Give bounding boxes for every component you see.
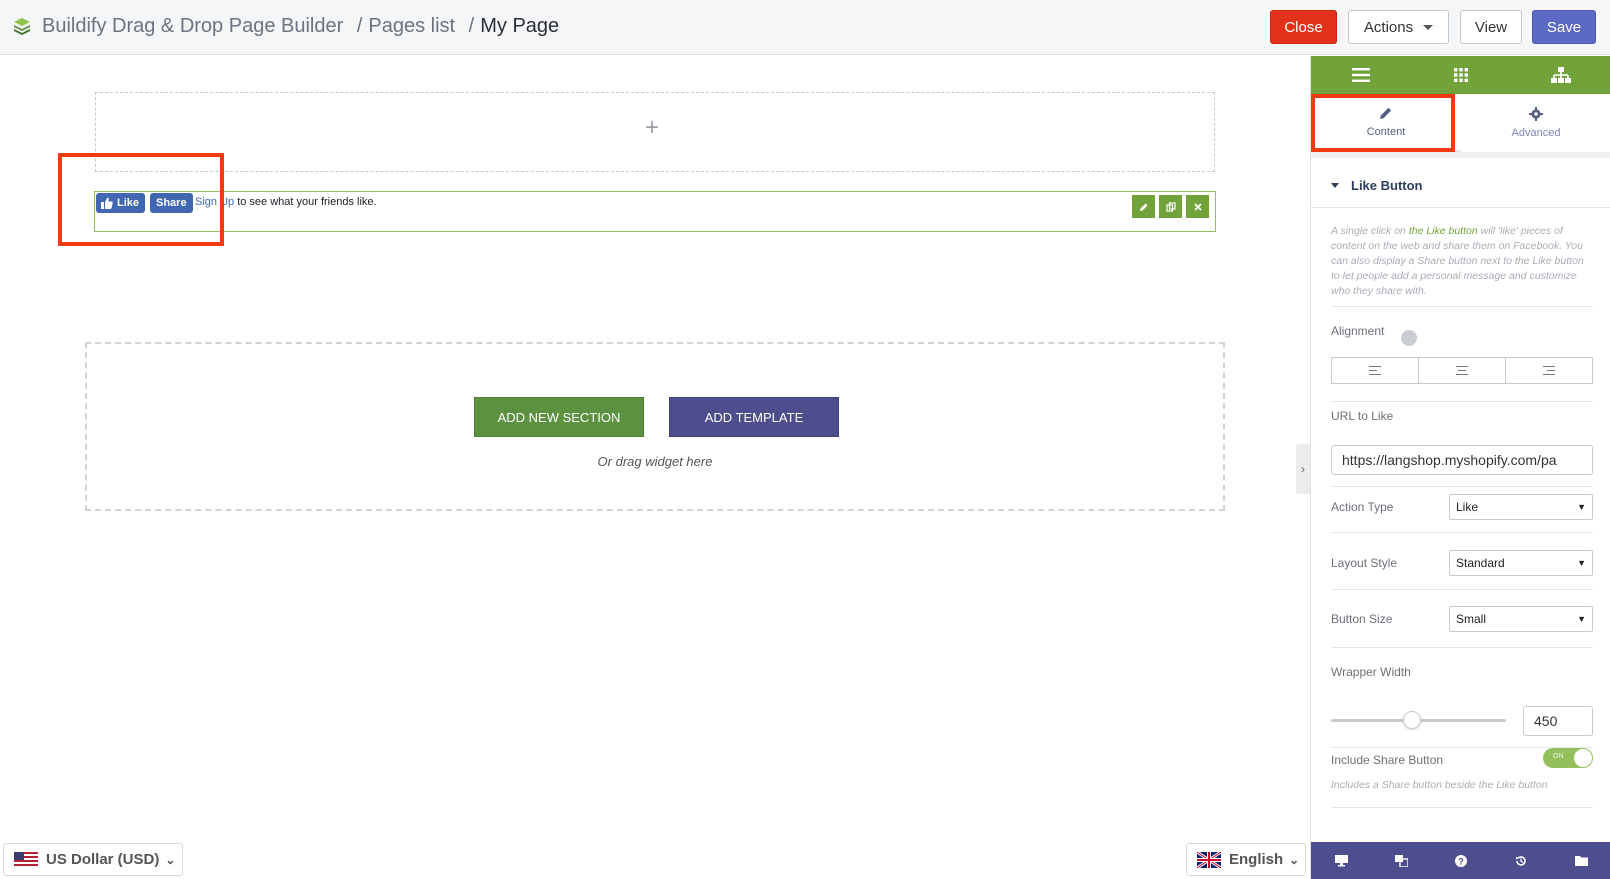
wrapper-width-slider-handle[interactable] xyxy=(1403,711,1421,729)
currency-label: US Dollar (USD) xyxy=(46,851,160,868)
language-selector[interactable]: English ⌄ xyxy=(1186,843,1306,876)
divider xyxy=(1331,486,1593,487)
widget-toolbar xyxy=(1132,195,1209,218)
breadcrumb: Buildify Drag & Drop Page Builder / Pages… xyxy=(42,15,559,38)
align-center-icon xyxy=(1456,366,1468,375)
action-type-value: Like xyxy=(1456,500,1479,514)
settings-panel: Content Advanced Like Button A single cl… xyxy=(1310,56,1610,879)
folder-icon[interactable] xyxy=(1551,842,1610,879)
button-size-label: Button Size xyxy=(1331,612,1393,626)
align-left-icon xyxy=(1369,366,1381,375)
duplicate-widget-icon[interactable] xyxy=(1159,195,1182,218)
include-share-hint: Includes a Share button beside the Like … xyxy=(1331,779,1548,791)
toggle-knob xyxy=(1574,749,1592,767)
language-label: English xyxy=(1229,851,1284,868)
add-section-plus-icon[interactable]: + xyxy=(645,116,659,140)
page-canvas: + Like Share Sign Up to see what your fr… xyxy=(0,56,1310,879)
url-to-like-input[interactable] xyxy=(1331,445,1593,475)
toggle-on-text: ON xyxy=(1553,753,1564,760)
menu-icon[interactable] xyxy=(1311,56,1411,94)
breadcrumb-separator: / xyxy=(356,15,363,37)
empty-section-dropzone[interactable]: + xyxy=(95,92,1215,172)
action-type-label: Action Type xyxy=(1331,500,1394,514)
action-type-select[interactable]: Like ▼ xyxy=(1449,494,1593,520)
tab-advanced-label: Advanced xyxy=(1511,127,1561,139)
view-button[interactable]: View xyxy=(1460,10,1522,44)
save-button[interactable]: Save xyxy=(1532,10,1596,44)
include-share-toggle[interactable]: ON xyxy=(1543,748,1593,768)
desktop-preview-icon[interactable] xyxy=(1311,842,1371,879)
url-to-like-label: URL to Like xyxy=(1331,409,1394,423)
breadcrumb-current-page: My Page xyxy=(480,15,560,37)
history-icon[interactable] xyxy=(1491,842,1551,879)
breadcrumb-pages-list[interactable]: Pages list xyxy=(368,15,455,37)
highlight-box-widget xyxy=(58,153,224,246)
responsive-device-icon[interactable] xyxy=(1401,330,1417,346)
fb-social-sentence: to see what your friends like. xyxy=(234,196,377,208)
help-icon[interactable]: ? xyxy=(1431,842,1491,879)
divider xyxy=(1331,532,1593,533)
uk-flag-icon xyxy=(1197,851,1221,868)
button-size-select[interactable]: Small ▼ xyxy=(1449,606,1593,632)
currency-selector[interactable]: US Dollar (USD) ⌄ xyxy=(3,843,183,876)
actions-label: Actions xyxy=(1363,18,1414,36)
top-bar: Buildify Drag & Drop Page Builder / Pages… xyxy=(0,0,1610,55)
edit-widget-icon[interactable] xyxy=(1132,195,1155,218)
divider xyxy=(1331,807,1593,808)
add-template-button[interactable]: ADD TEMPLATE xyxy=(669,397,839,437)
svg-text:?: ? xyxy=(1458,856,1464,866)
divider xyxy=(1331,647,1593,648)
collapse-panel-handle[interactable]: › xyxy=(1296,444,1310,494)
panel-top-bar xyxy=(1311,56,1610,94)
description-text-start: A single click on xyxy=(1331,225,1409,237)
chevron-down-icon: ⌄ xyxy=(1289,852,1300,867)
drag-widget-hint: Or drag widget here xyxy=(597,454,713,469)
divider xyxy=(1331,401,1593,402)
like-button-widget[interactable]: Like Share Sign Up to see what your frie… xyxy=(94,191,1216,232)
wrapper-width-label: Wrapper Width xyxy=(1331,665,1411,679)
alignment-control xyxy=(1331,357,1593,384)
alignment-label: Alignment xyxy=(1331,324,1385,338)
layout-style-select[interactable]: Standard ▼ xyxy=(1449,550,1593,576)
language-translate-icon[interactable] xyxy=(1371,842,1431,879)
breadcrumb-separator: / xyxy=(468,15,475,37)
buildify-logo-icon xyxy=(14,18,30,35)
breadcrumb-app[interactable]: Buildify Drag & Drop Page Builder xyxy=(42,15,343,37)
wrapper-width-input[interactable]: 450 xyxy=(1523,706,1593,736)
button-size-value: Small xyxy=(1456,612,1487,626)
section-header-like-button[interactable]: Like Button xyxy=(1311,164,1610,208)
section-title: Like Button xyxy=(1351,178,1423,193)
layout-style-label: Layout Style xyxy=(1331,556,1398,570)
divider xyxy=(1331,589,1593,590)
align-right-button[interactable] xyxy=(1506,358,1592,383)
widget-description: A single click on the Like button will '… xyxy=(1331,224,1593,299)
panel-footer: ? xyxy=(1311,842,1610,879)
highlight-box-content-tab xyxy=(1311,94,1455,152)
dropdown-arrow-icon: ▼ xyxy=(1577,558,1586,568)
like-button-doc-link[interactable]: the Like button xyxy=(1409,225,1478,237)
align-right-icon xyxy=(1543,366,1555,375)
add-new-section-button[interactable]: ADD NEW SECTION xyxy=(474,397,644,437)
collapse-triangle-icon xyxy=(1331,183,1339,188)
chevron-down-icon: ⌄ xyxy=(165,852,176,867)
navigator-sitemap-icon[interactable] xyxy=(1511,56,1610,94)
chevron-right-icon: › xyxy=(1301,462,1305,476)
close-button[interactable]: Close xyxy=(1270,10,1337,44)
dropdown-arrow-icon: ▼ xyxy=(1577,614,1586,624)
align-center-button[interactable] xyxy=(1419,358,1506,383)
delete-widget-icon[interactable] xyxy=(1186,195,1209,218)
gear-icon xyxy=(1529,107,1543,121)
layout-style-value: Standard xyxy=(1456,556,1505,570)
divider xyxy=(1331,306,1593,307)
widgets-grid-icon[interactable] xyxy=(1411,56,1511,94)
align-left-button[interactable] xyxy=(1332,358,1419,383)
actions-dropdown-button[interactable]: Actions xyxy=(1348,10,1449,44)
include-share-label: Include Share Button xyxy=(1331,753,1444,767)
tab-advanced[interactable]: Advanced xyxy=(1461,94,1610,152)
dropdown-arrow-icon: ▼ xyxy=(1577,502,1586,512)
us-flag-icon xyxy=(14,851,38,868)
add-section-area: ADD NEW SECTION ADD TEMPLATE Or drag wid… xyxy=(85,342,1225,511)
caret-down-icon xyxy=(1423,24,1434,30)
